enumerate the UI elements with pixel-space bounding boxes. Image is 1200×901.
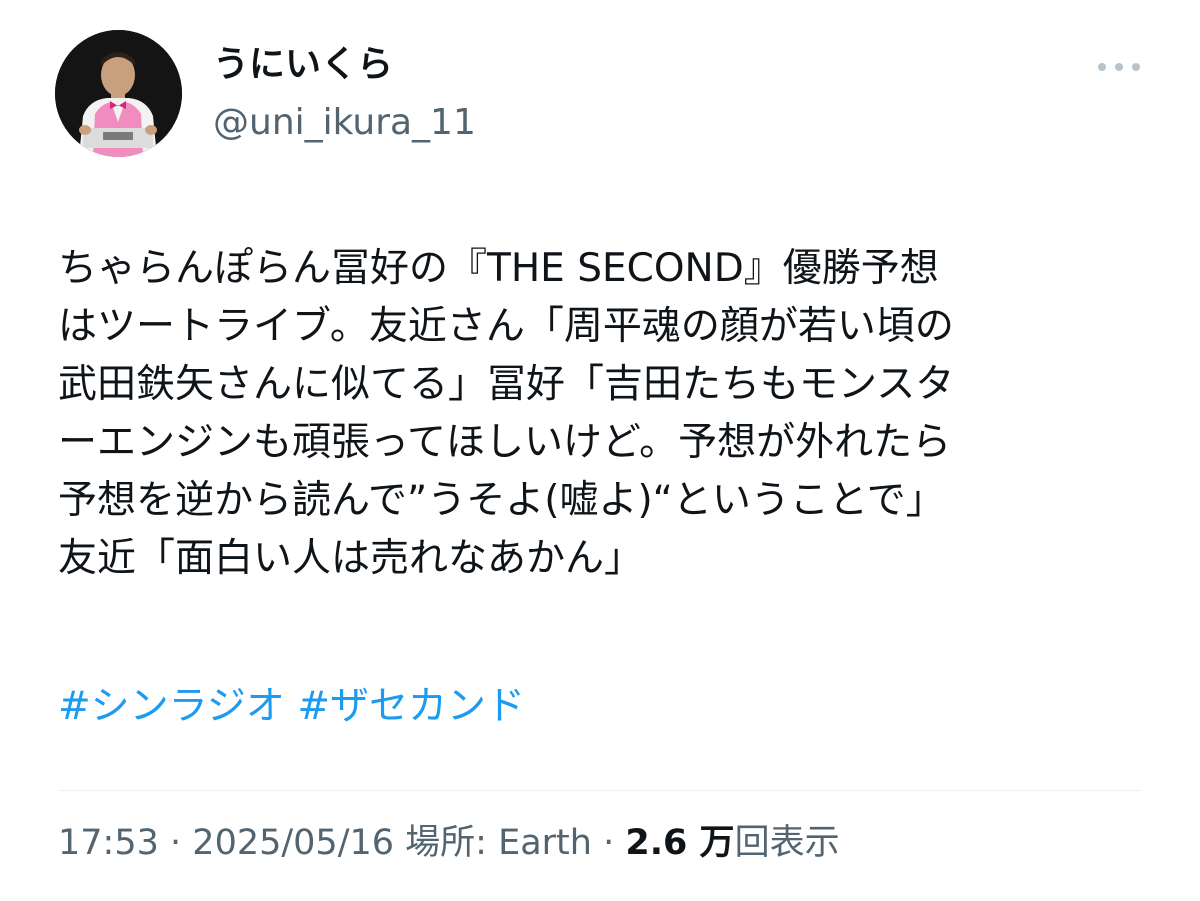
views-count[interactable]: 2.6 万 [625,823,734,863]
tweet-date[interactable]: 2025/05/16 [192,823,394,863]
tweet-text-line: ちゃらんぽらん冨好の『THE SECOND』優勝予想 [58,246,939,291]
tweet-location: 場所: Earth [405,823,592,863]
avatar[interactable] [55,30,182,157]
divider [58,790,1142,791]
tweet-text-line: 予想を逆から読んで”うそよ(嘘よ)“ということで」 [58,478,945,523]
more-horizontal-icon-dot [1115,63,1123,71]
tweet-text-line: 友近「面白い人は売れなあかん」 [58,536,644,581]
hashtag-link-thesecond[interactable]: #ザセカンド [297,684,525,729]
tweet-metadata: 17:53 · 2025/05/16 場所: Earth · 2.6 万回表示 [58,820,840,866]
author-handle[interactable]: @uni_ikura_11 [213,100,476,146]
tweet-text-line: はツートライブ。友近さん「周平魂の顔が若い頃の [58,304,954,349]
hashtag-row: #シンラジオ #ザセカンド [58,678,525,736]
avatar-image [55,30,182,157]
views-label[interactable]: 回表示 [735,823,840,863]
more-options-button[interactable] [1098,56,1140,78]
tweet-text-line: ーエンジンも頑張ってほしいけど。予想が外れたら [58,420,952,465]
meta-separator: · [603,823,615,863]
more-horizontal-icon-dot [1132,63,1140,71]
tweet-time[interactable]: 17:53 [58,823,159,863]
meta-separator: · [170,823,182,863]
tweet-text: ちゃらんぽらん冨好の『THE SECOND』優勝予想 はツートライブ。友近さん「… [58,240,1158,588]
hashtag-link-shinradio[interactable]: #シンラジオ [58,684,285,729]
more-horizontal-icon [1098,63,1106,71]
author-display-name[interactable]: うにいくら [213,42,393,88]
tweet-text-line: 武田鉄矢さんに似てる」冨好「吉田たちもモンスタ [58,362,955,407]
